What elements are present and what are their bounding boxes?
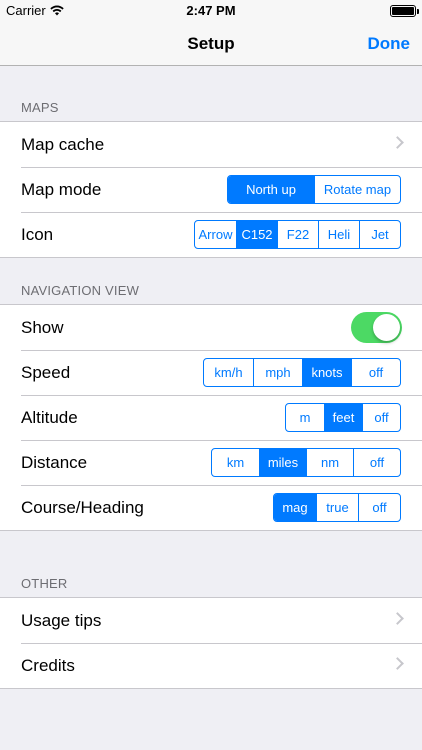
segment-true[interactable]: true xyxy=(316,494,358,521)
segment-f22[interactable]: F22 xyxy=(277,221,318,248)
segment-course-off[interactable]: off xyxy=(358,494,400,521)
segment-speed-off[interactable]: off xyxy=(351,359,400,386)
course-heading-segmented-control: mag true off xyxy=(273,493,401,522)
icon-segmented-control: Arrow C152 F22 Heli Jet xyxy=(194,220,401,249)
segment-kmh[interactable]: km/h xyxy=(204,359,253,386)
chevron-right-icon xyxy=(391,136,404,149)
section-header-other: OTHER xyxy=(21,576,68,591)
segment-m[interactable]: m xyxy=(286,404,324,431)
segment-rotate-map[interactable]: Rotate map xyxy=(314,176,400,203)
page-title: Setup xyxy=(187,34,235,53)
segment-nm[interactable]: nm xyxy=(306,449,353,476)
speed-segmented-control: km/h mph knots off xyxy=(203,358,401,387)
show-toggle[interactable] xyxy=(351,312,402,343)
usage-tips-label: Usage tips xyxy=(21,610,102,630)
show-label: Show xyxy=(21,317,64,337)
credits-label: Credits xyxy=(21,655,75,675)
status-time: 2:47 PM xyxy=(186,3,236,18)
course-heading-row: Course/Heading mag true off xyxy=(0,485,422,530)
segment-distance-off[interactable]: off xyxy=(353,449,400,476)
show-row: Show xyxy=(0,305,422,350)
segment-heli[interactable]: Heli xyxy=(318,221,359,248)
segment-c152[interactable]: C152 xyxy=(236,221,277,248)
icon-label: Icon xyxy=(21,224,54,244)
map-mode-row: Map mode North up Rotate map xyxy=(0,167,422,212)
segment-mph[interactable]: mph xyxy=(253,359,302,386)
distance-row: Distance km miles nm off xyxy=(0,440,422,485)
segment-feet[interactable]: feet xyxy=(324,404,362,431)
navigation-view-group: Show Speed km/h mph knots off Altitude m… xyxy=(0,304,422,531)
section-header-maps: MAPS xyxy=(21,100,59,115)
segment-north-up[interactable]: North up xyxy=(228,176,314,203)
segment-jet[interactable]: Jet xyxy=(359,221,400,248)
chevron-right-icon xyxy=(391,612,404,625)
altitude-label: Altitude xyxy=(21,407,78,427)
map-cache-row[interactable]: Map cache xyxy=(0,122,422,167)
altitude-row: Altitude m feet off xyxy=(0,395,422,440)
other-group: Usage tips Credits xyxy=(0,597,422,689)
map-mode-segmented-control: North up Rotate map xyxy=(227,175,401,204)
battery-icon xyxy=(390,5,419,17)
speed-row: Speed km/h mph knots off xyxy=(0,350,422,395)
distance-segmented-control: km miles nm off xyxy=(211,448,401,477)
usage-tips-row[interactable]: Usage tips xyxy=(0,598,422,643)
altitude-segmented-control: m feet off xyxy=(285,403,401,432)
distance-label: Distance xyxy=(21,452,88,472)
navigation-bar: Setup Done xyxy=(0,22,422,66)
done-button[interactable]: Done xyxy=(368,34,411,54)
course-heading-label: Course/Heading xyxy=(21,497,144,517)
map-mode-label: Map mode xyxy=(21,179,102,199)
credits-row[interactable]: Credits xyxy=(0,643,422,688)
map-cache-label: Map cache xyxy=(21,134,105,154)
segment-arrow[interactable]: Arrow xyxy=(195,221,236,248)
segment-altitude-off[interactable]: off xyxy=(362,404,400,431)
segment-km[interactable]: km xyxy=(212,449,259,476)
segment-mag[interactable]: mag xyxy=(274,494,316,521)
section-header-navigation-view: NAVIGATION VIEW xyxy=(21,283,140,298)
chevron-right-icon xyxy=(391,657,404,670)
maps-group: Map cache Map mode North up Rotate map I… xyxy=(0,121,422,258)
segment-miles[interactable]: miles xyxy=(259,449,306,476)
icon-row: Icon Arrow C152 F22 Heli Jet xyxy=(0,212,422,257)
segment-knots[interactable]: knots xyxy=(302,359,351,386)
status-bar: Carrier 2:47 PM xyxy=(0,0,422,22)
speed-label: Speed xyxy=(21,362,71,382)
